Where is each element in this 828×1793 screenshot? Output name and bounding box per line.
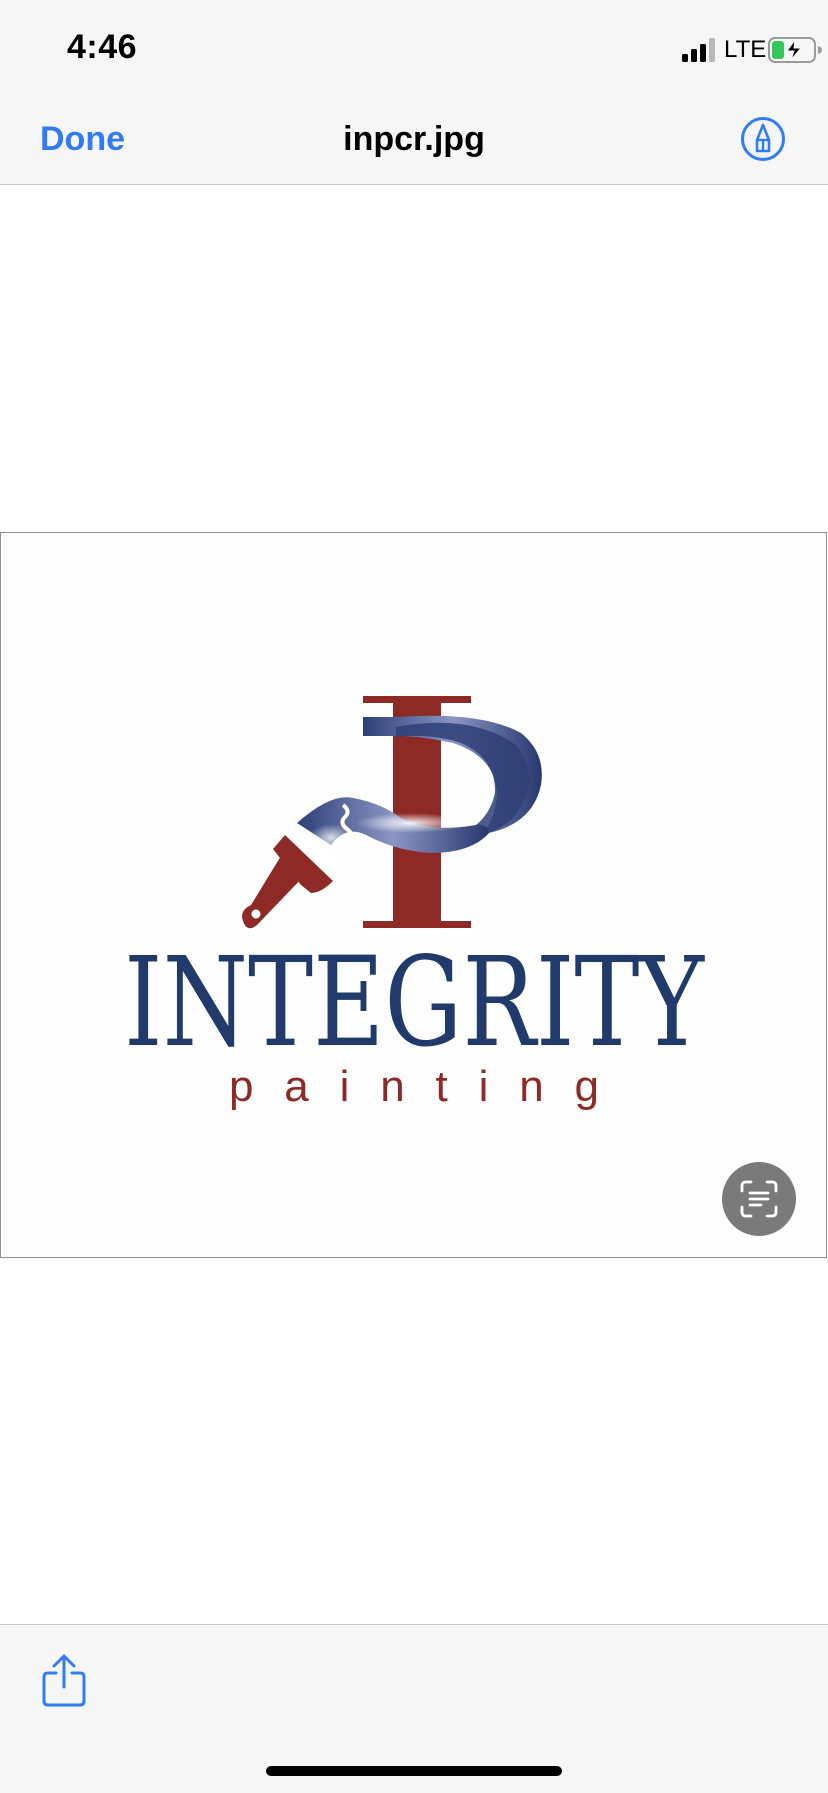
integrity-painting-logo: INTEGRITY painting (124, 696, 705, 1111)
network-type: LTE (724, 36, 767, 63)
status-bar: 4:46 LTE (0, 0, 828, 92)
share-icon[interactable] (40, 1653, 88, 1709)
navigation-bar: Done inpcr.jpg (0, 92, 828, 185)
logo-wordmark: INTEGRITY (124, 931, 705, 1075)
cellular-signal-icon (682, 38, 715, 62)
image-preview[interactable]: INTEGRITY painting (0, 532, 827, 1258)
status-indicators: LTE (628, 0, 828, 92)
done-button[interactable]: Done (40, 120, 125, 159)
live-text-icon (740, 1180, 778, 1218)
home-indicator[interactable] (266, 1766, 562, 1776)
live-text-button[interactable] (722, 1162, 796, 1236)
status-time: 4:46 (67, 28, 138, 66)
battery-charging-icon (768, 37, 822, 63)
markup-pen-icon[interactable] (740, 116, 786, 162)
